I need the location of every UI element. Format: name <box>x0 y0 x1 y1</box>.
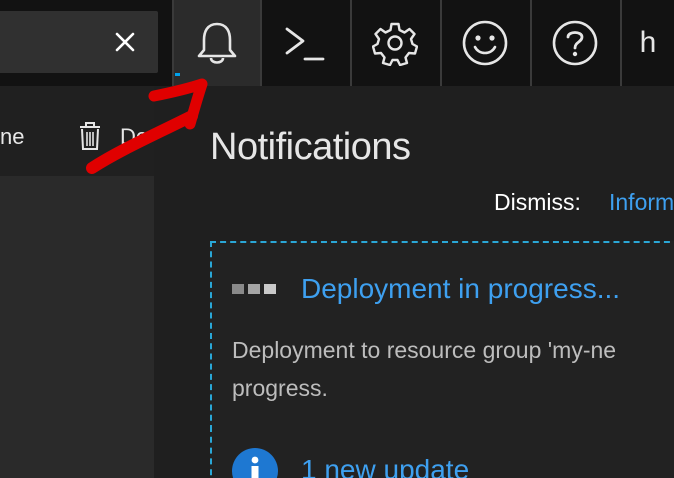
gear-icon <box>372 22 418 66</box>
info-icon <box>232 448 278 478</box>
bell-icon <box>197 22 237 64</box>
help-button[interactable] <box>530 0 618 86</box>
active-indicator <box>175 73 180 76</box>
background-blade: ne De <box>0 86 154 478</box>
help-icon <box>552 20 598 66</box>
dismiss-label: Dismiss: <box>494 189 581 215</box>
command-bar: ne De <box>0 86 154 176</box>
notification-card[interactable]: Deployment in progress... Deployment to … <box>210 241 674 431</box>
feedback-button[interactable] <box>440 0 528 86</box>
dismiss-informational-link[interactable]: Inform <box>609 189 674 216</box>
notifications-panel: Notifications Dismiss: Inform Deployment… <box>154 86 674 478</box>
notification-title[interactable]: 1 new update <box>301 454 469 478</box>
account-initial: h <box>639 26 657 59</box>
search-box[interactable] <box>0 11 158 73</box>
notification-body-line: progress. <box>232 375 328 401</box>
notification-card[interactable]: 1 new update <box>210 426 674 478</box>
cloud-shell-button[interactable] <box>260 0 348 86</box>
account-button[interactable]: h <box>620 0 674 86</box>
terminal-icon <box>285 27 325 61</box>
top-bar: h <box>0 0 674 86</box>
notification-body-line: Deployment to resource group 'my-ne <box>232 337 617 363</box>
notifications-button[interactable] <box>172 0 260 86</box>
settings-button[interactable] <box>350 0 438 86</box>
delete-label-partial[interactable]: De <box>120 124 148 150</box>
azure-portal-window: h ne De Notifications Dismiss: Inform De… <box>0 0 674 478</box>
smiley-icon <box>462 20 508 66</box>
trash-icon[interactable] <box>78 121 102 151</box>
progress-dots-icon <box>232 284 276 294</box>
notification-body: Deployment to resource group 'my-ne prog… <box>232 331 674 407</box>
notification-title[interactable]: Deployment in progress... <box>301 273 620 305</box>
command-label-partial[interactable]: ne <box>0 124 24 150</box>
panel-title: Notifications <box>210 126 411 168</box>
close-icon[interactable] <box>108 25 142 59</box>
